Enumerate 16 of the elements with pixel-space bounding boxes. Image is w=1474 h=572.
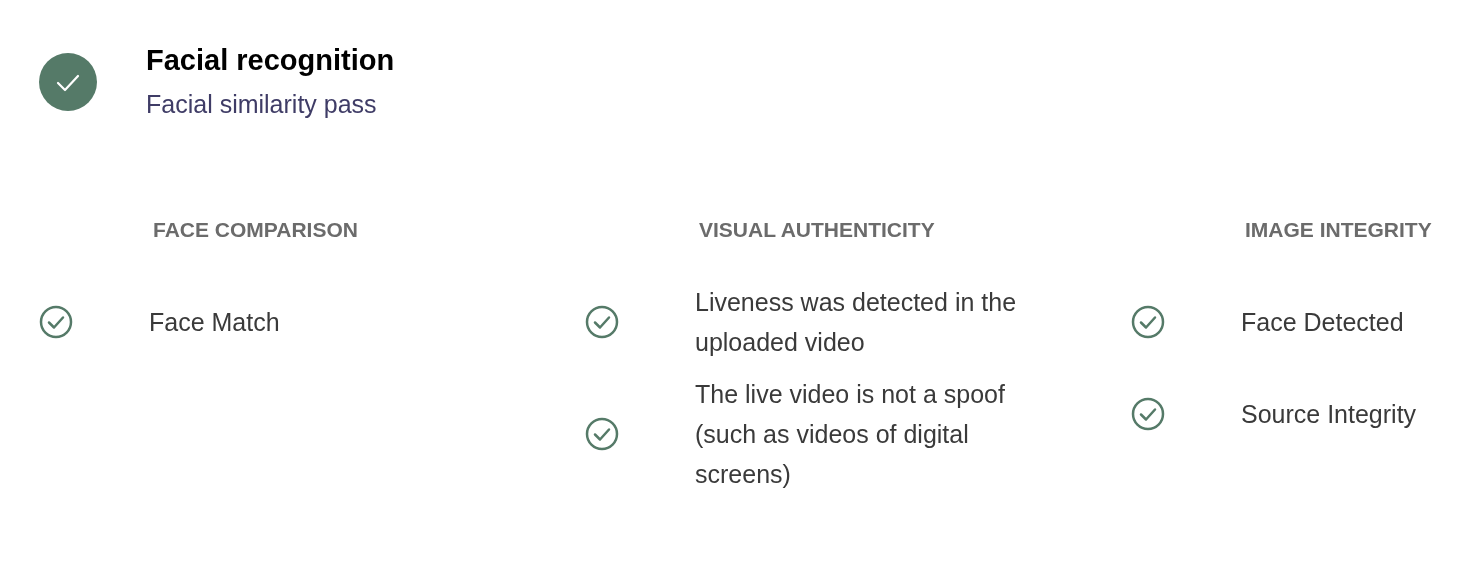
- check-label: Face Match: [149, 307, 280, 338]
- column-heading: VISUAL AUTHENTICITY: [699, 217, 936, 243]
- check-label: Liveness was detected in the uploaded video: [695, 287, 1018, 358]
- check-label: Face Detected: [1241, 307, 1404, 338]
- status-subtitle: Facial similarity pass: [146, 89, 378, 120]
- check-circle-icon: [585, 305, 619, 339]
- check-circle-icon: [585, 417, 619, 451]
- check-badge-icon: [39, 53, 97, 111]
- check-circle-icon: [1131, 397, 1165, 431]
- check-label: The live video is not a spoof (such as videos of digital screens): [695, 379, 1006, 490]
- check-circle-icon: [1131, 305, 1165, 339]
- check-label: Source Integrity: [1241, 399, 1417, 430]
- section-title: Facial recognition: [146, 43, 395, 78]
- column-heading: FACE COMPARISON: [153, 217, 359, 243]
- column-heading: IMAGE INTEGRITY: [1245, 217, 1433, 243]
- check-circle-icon: [39, 305, 73, 339]
